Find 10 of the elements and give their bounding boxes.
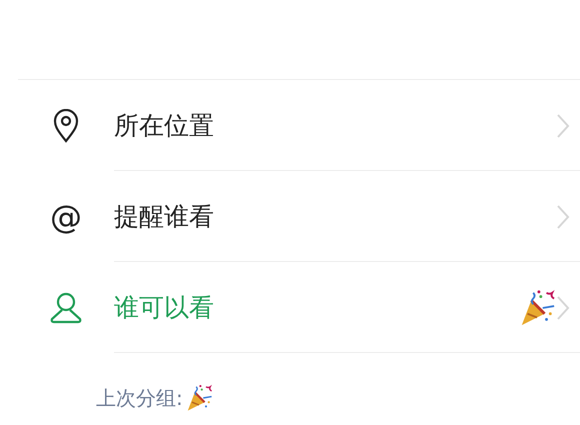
at-sign-icon: @ (50, 200, 82, 232)
row-label: 所在位置 (114, 110, 215, 142)
chevron-icon (556, 112, 570, 138)
chevron-icon (556, 294, 570, 320)
row-label: 谁可以看 (114, 292, 215, 324)
row-label: 提醒谁看 (114, 201, 215, 233)
menu-row[interactable]: 所在位置 (18, 80, 580, 171)
chevron-icon (556, 204, 570, 230)
last-group-label: 上次分组: (96, 384, 183, 412)
menu-row[interactable]: @ 提醒谁看 (18, 171, 580, 262)
